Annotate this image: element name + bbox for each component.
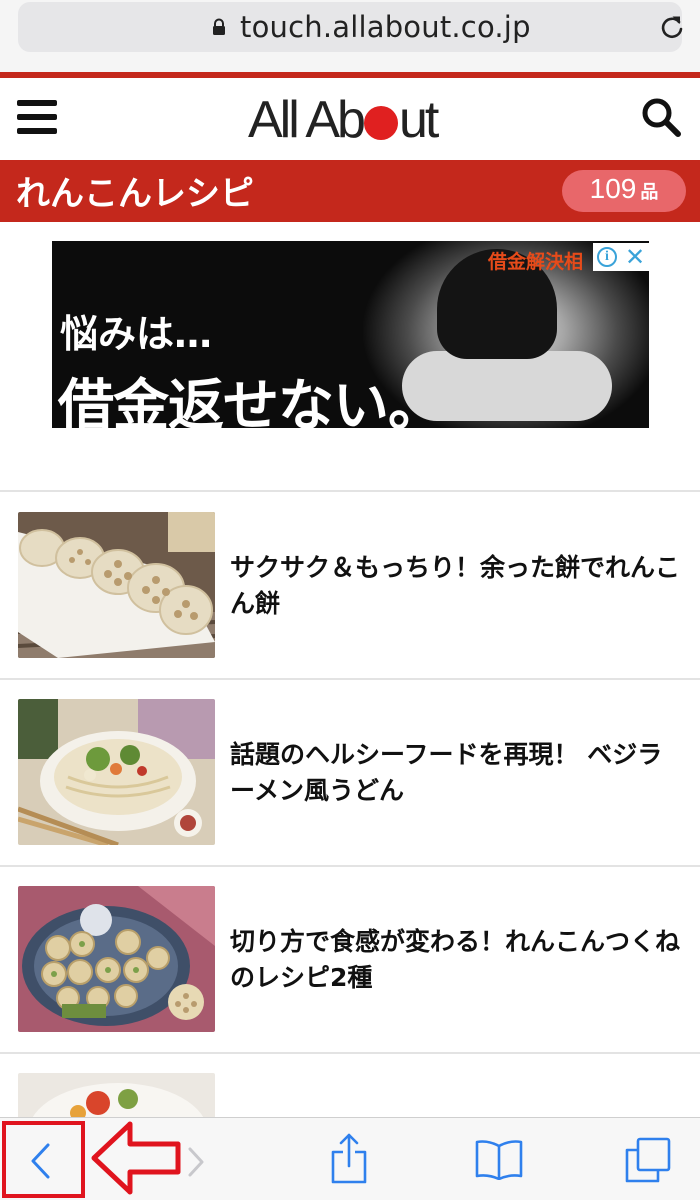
recipe-item[interactable]: サクサク＆もっちり！余った餅でれんこん餅 — [0, 492, 700, 678]
recipe-count-badge: 109 品 — [562, 170, 686, 212]
ad-info-icon[interactable]: i — [593, 243, 621, 271]
logo-dot — [363, 106, 398, 140]
site-header: All Ab ut — [0, 78, 700, 160]
ad-headline-1: 悩みは… — [60, 312, 213, 356]
browser-url-bar-area: touch.allabout.co.jp — [0, 0, 700, 74]
back-button-highlight — [2, 1121, 85, 1198]
recipe-count-unit: 品 — [640, 182, 659, 203]
recipe-title[interactable]: 話題のヘルシーフードを再現！ ベジラーメン風うどん — [230, 737, 680, 809]
address-bar[interactable]: touch.allabout.co.jp — [18, 2, 683, 52]
url-text: touch.allabout.co.jp — [240, 10, 531, 44]
recipe-thumbnail — [18, 886, 215, 1032]
forward-icon[interactable] — [186, 1146, 206, 1178]
ad-close-icon[interactable]: ✕ — [621, 243, 649, 271]
ad-tag: 借金解決相 — [488, 251, 584, 273]
recipe-item[interactable]: 話題のヘルシーフードを再現！ ベジラーメン風うどん — [0, 679, 700, 865]
tabs-icon[interactable] — [624, 1136, 672, 1184]
search-icon[interactable] — [640, 96, 682, 138]
ad-headline-2: 借金返せない。 — [58, 374, 444, 428]
category-title: れんこんレシピ — [16, 174, 254, 214]
recipe-title[interactable]: 切り方で食感が変わる！れんこんつくねのレシピ2種 — [230, 924, 680, 996]
recipe-title[interactable]: サクサク＆もっちり！余った餅でれんこん餅 — [230, 550, 680, 622]
category-bar: れんこんレシピ 109 品 — [0, 160, 700, 222]
bookmarks-icon[interactable] — [474, 1138, 524, 1180]
recipe-count: 109 — [589, 173, 637, 204]
ad-banner[interactable]: 借金解決相 i ✕ 悩みは… 借金返せない。 — [52, 241, 649, 428]
lock-icon — [213, 18, 225, 35]
recipe-thumbnail — [18, 512, 215, 658]
hamburger-menu-icon[interactable] — [17, 100, 57, 134]
share-icon[interactable] — [330, 1132, 368, 1184]
reload-icon[interactable] — [658, 13, 686, 41]
left-arrow-annotation-icon — [91, 1121, 181, 1195]
site-logo[interactable]: All Ab ut — [248, 88, 458, 152]
recipe-item[interactable]: 切り方で食感が変わる！れんこんつくねのレシピ2種 — [0, 866, 700, 1052]
recipe-thumbnail — [18, 699, 215, 845]
